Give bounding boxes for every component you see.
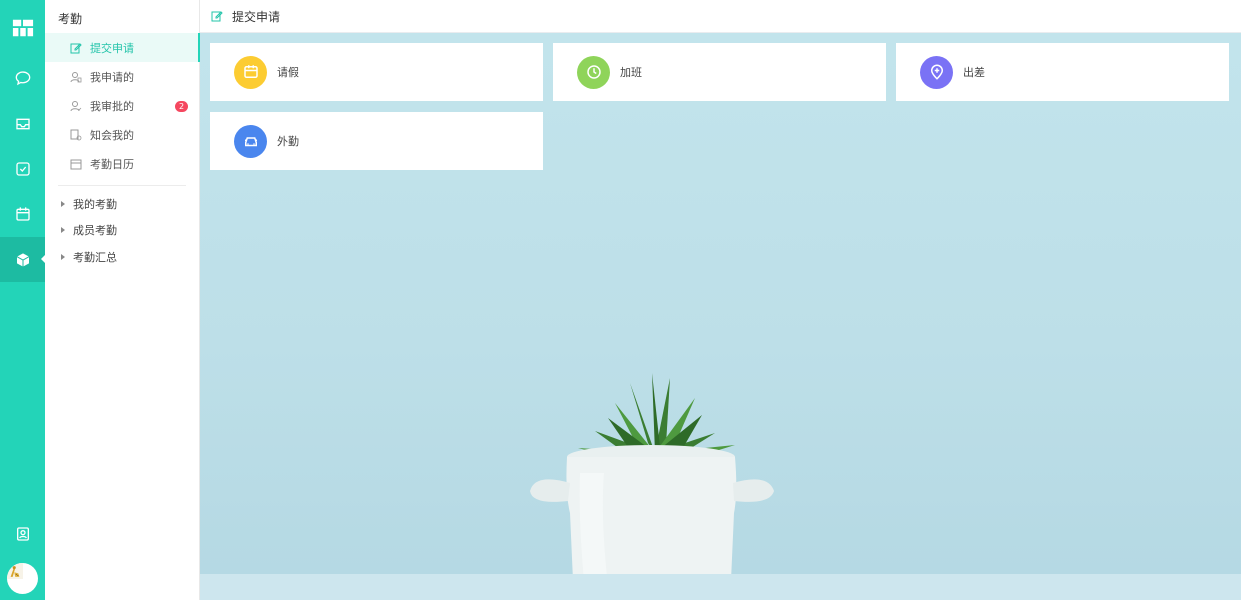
background-plant-image [530,373,774,600]
avatar[interactable] [7,563,38,594]
group-member-attendance[interactable]: 成员考勤 [45,218,199,242]
card-label: 出差 [963,66,985,79]
divider [58,185,186,186]
chat-icon[interactable] [0,55,45,100]
sidebar-item-notified[interactable]: 知会我的 [45,120,199,149]
card-label: 外勤 [277,135,299,148]
group-label: 考勤汇总 [73,251,117,264]
calendar-icon [70,158,82,170]
group-label: 我的考勤 [73,198,117,211]
main-content: 请假 加班 出差 外勤 [200,33,1241,600]
sidebar-item-my-requests[interactable]: 我申请的 [45,62,199,91]
inbox-icon[interactable] [0,101,45,146]
group-attendance-summary[interactable]: 考勤汇总 [45,245,199,269]
sidebar-item-label: 我审批的 [90,99,134,113]
page-title: 提交申请 [232,9,281,24]
user-check-icon [70,100,82,112]
card-overtime[interactable]: 加班 [553,43,886,101]
sidebar-item-calendar[interactable]: 考勤日历 [45,149,199,178]
background-floor [200,574,1241,600]
location-icon [920,55,953,89]
page-header: 提交申请 [200,0,1241,33]
card-label: 请假 [277,66,299,79]
edit-icon [70,42,82,54]
card-field-work[interactable]: 外勤 [210,112,543,170]
car-icon [234,124,267,158]
caret-right-icon [61,254,65,260]
sidebar-item-submit[interactable]: 提交申请 [45,33,200,62]
clock-icon [577,55,610,89]
sidebar-item-my-approvals[interactable]: 我审批的 2 [45,91,199,120]
status-badge: 2 [175,101,188,112]
group-label: 成员考勤 [73,224,117,237]
sidebar-item-label: 知会我的 [90,128,134,142]
user-icon [70,71,82,83]
contacts-icon[interactable] [0,511,45,556]
notify-icon [70,129,82,141]
caret-right-icon [61,227,65,233]
group-my-attendance[interactable]: 我的考勤 [45,192,199,216]
caret-right-icon [61,201,65,207]
sidebar: 考勤 提交申请 我申请的 我审批的 2 知会我的 考勤日历 我的考勤 成员考勤 … [45,0,200,600]
calendar-icon [234,55,267,89]
sidebar-item-label: 考勤日历 [90,157,134,171]
sidebar-item-label: 我申请的 [90,70,134,84]
app-rail [0,0,46,600]
edit-icon [211,10,223,22]
attendance-icon[interactable] [0,237,46,282]
card-business-trip[interactable]: 出差 [896,43,1229,101]
task-icon[interactable] [0,146,45,191]
card-label: 加班 [620,66,642,79]
calendar-icon[interactable] [0,191,45,236]
sidebar-item-label: 提交申请 [90,41,134,55]
card-leave[interactable]: 请假 [210,43,543,101]
sidebar-title: 考勤 [58,12,83,26]
logo-icon[interactable] [0,5,45,50]
